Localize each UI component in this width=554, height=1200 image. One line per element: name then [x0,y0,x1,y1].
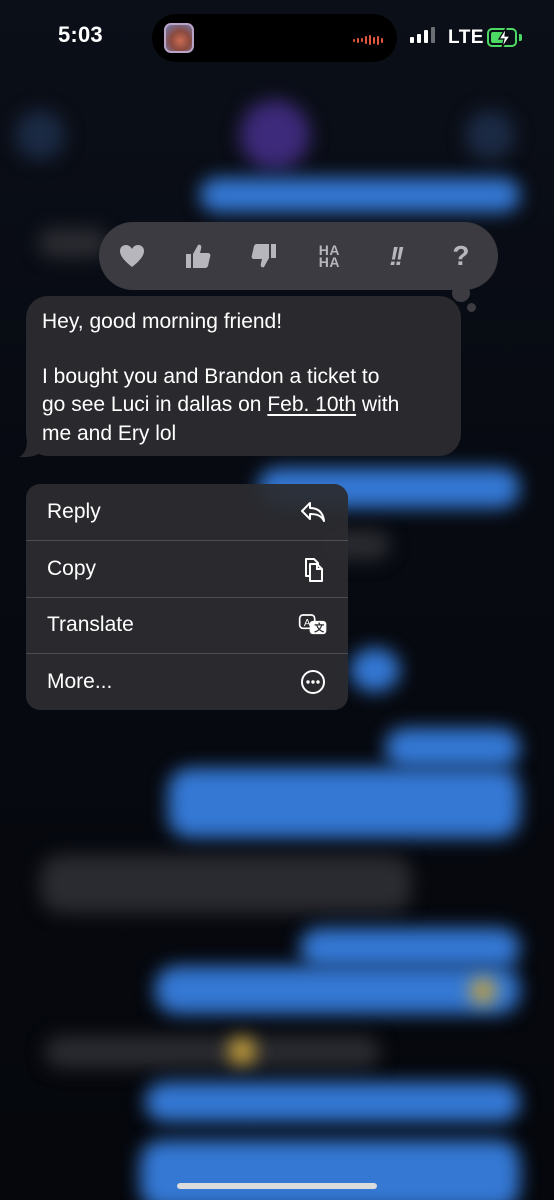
incoming-bubble-blurred [40,855,412,913]
selected-message-bubble[interactable]: Hey, good morning friend! I bought you a… [26,296,461,456]
menu-item-label: Copy [47,556,97,580]
outgoing-bubble-blurred [300,928,520,968]
live-activity-thumbnail [164,23,194,53]
copy-menu-item[interactable]: Copy [26,541,348,598]
dynamic-island[interactable] [152,14,397,62]
translate-menu-item[interactable]: Translate A文 [26,597,348,654]
message-text: with [356,393,400,416]
outgoing-bubble-blurred [350,648,400,692]
menu-item-label: Translate [47,613,134,637]
contact-avatar-blurred [240,100,310,170]
message-line: Hey, good morning friend! [42,310,283,333]
outgoing-bubble-blurred [200,178,520,212]
outgoing-bubble-blurred [145,1082,520,1122]
svg-text:文: 文 [314,622,325,635]
outgoing-bubble-blurred [168,768,520,838]
message-line: I bought you and Brandon a ticket to [42,364,380,388]
exclamation-icon[interactable]: !! [378,239,412,273]
outgoing-bubble-blurred [385,728,520,768]
status-time: 5:03 [58,22,103,47]
back-button-blurred [15,110,65,160]
incoming-bubble-blurred [45,1036,380,1068]
reply-menu-item[interactable]: Reply [26,484,348,541]
question-icon[interactable]: ? [444,239,478,273]
home-indicator[interactable] [177,1183,377,1189]
heart-icon[interactable] [115,239,149,273]
copy-documents-icon [298,554,328,584]
haha-line2: HA [318,254,340,270]
more-menu-item[interactable]: More... [26,654,348,711]
cellular-signal-icon [410,27,435,43]
tapback-bar: HA HA !! ? [99,222,498,290]
haha-icon[interactable]: HA HA [312,239,346,273]
thumbs-down-icon[interactable] [247,239,281,273]
message-text: go see Luci in dallas on [42,393,268,416]
audio-waveform-icon [353,35,383,45]
outgoing-bubble-blurred [140,1140,520,1200]
message-context-menu: Reply Copy Translate A文 More... [26,484,348,710]
thumbs-up-icon[interactable] [181,239,215,273]
outgoing-bubble-blurred [155,966,520,1014]
menu-item-label: More... [47,669,113,693]
emoji-blurred [228,1037,256,1065]
network-type: LTE [448,27,484,48]
reply-arrow-icon [298,497,328,527]
incoming-bubble-blurred [38,228,108,258]
emoji-blurred [470,978,496,1004]
message-line: me and Ery lol [42,421,177,445]
charging-bolt-icon [497,27,512,49]
more-ellipsis-icon [298,667,328,697]
date-link[interactable]: Feb. 10th [267,393,356,416]
battery-nub [519,34,522,41]
tapback-tail-dot [467,303,476,312]
tapback-tail-dot [452,284,470,302]
video-call-button-blurred [465,110,515,160]
message-line: go see Luci in dallas on Feb. 10th with [42,391,445,420]
translate-icon: A文 [298,610,328,640]
menu-item-label: Reply [47,500,101,524]
